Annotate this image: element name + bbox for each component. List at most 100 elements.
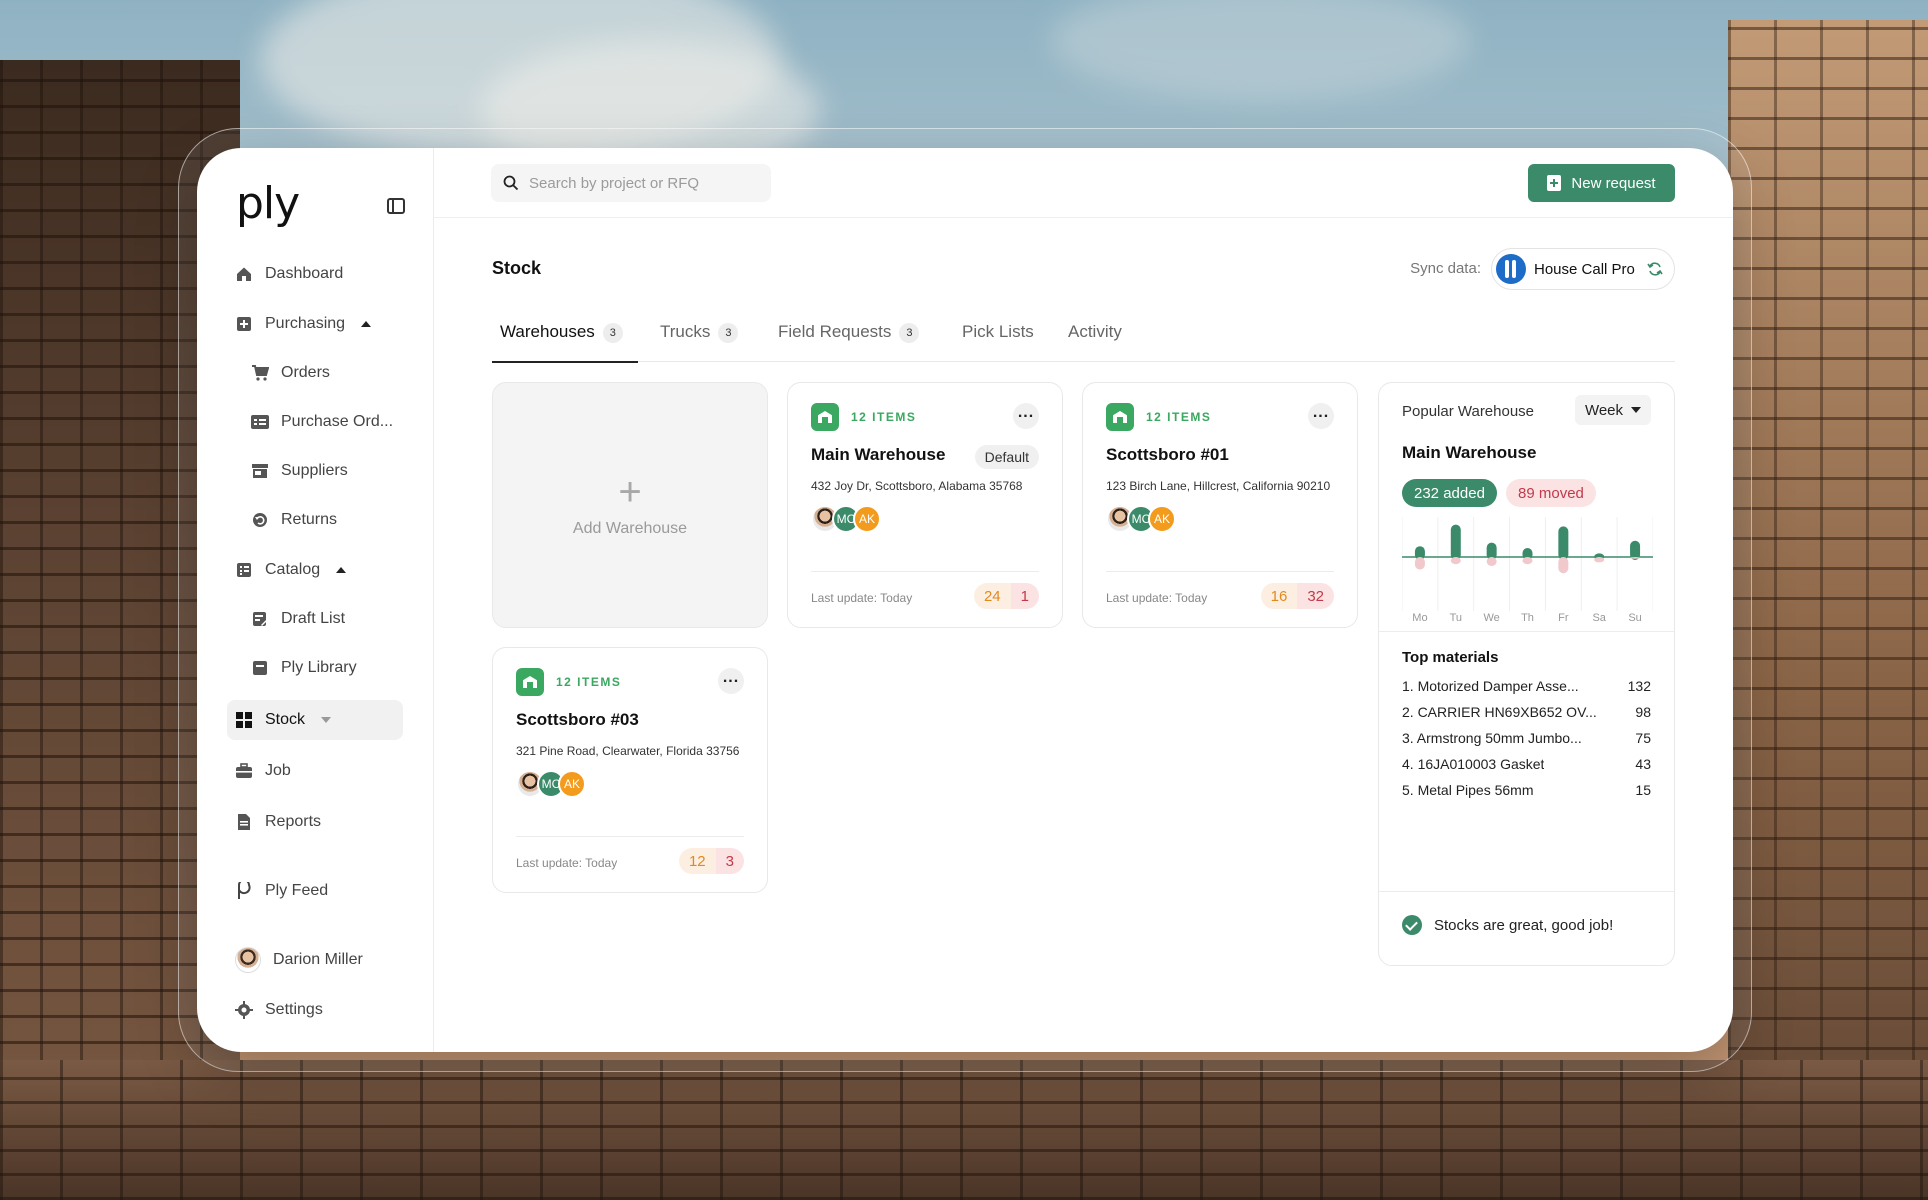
sidebar-item-catalog[interactable]: Catalog: [227, 550, 403, 590]
purchase-icon: [235, 315, 253, 333]
period-select[interactable]: Week: [1575, 395, 1651, 425]
new-request-label: New request: [1571, 174, 1656, 192]
divider: [516, 836, 744, 837]
stock-status-message: Stocks are great, good job!: [1402, 915, 1613, 935]
sidebar-item-orders[interactable]: Orders: [243, 353, 403, 393]
list-item[interactable]: 1. Motorized Damper Asse... 132: [1402, 678, 1651, 698]
refresh-icon[interactable]: [1647, 261, 1663, 277]
return-icon: [251, 511, 269, 529]
sidebar-item-ply-library[interactable]: Ply Library: [243, 648, 403, 688]
sidebar-item-job[interactable]: Job: [227, 751, 403, 791]
top-materials-title: Top materials: [1402, 649, 1499, 666]
chart-tick-label: Su: [1628, 612, 1641, 624]
warehouse-name: Scottsboro #03: [516, 710, 639, 729]
sidebar: ply Dashboard Purchasing Orders Purchase…: [197, 148, 434, 1052]
warehouse-card[interactable]: 12 ITEMS ... Scottsboro #03 321 Pine Roa…: [492, 647, 768, 893]
popular-warehouse-panel: Popular Warehouse Week Main Warehouse 23…: [1378, 382, 1675, 966]
default-badge: Default: [974, 445, 1039, 469]
edit-list-icon: [251, 610, 269, 628]
chart-tick-label: We: [1483, 612, 1499, 624]
sidebar-item-purchasing[interactable]: Purchasing: [227, 304, 403, 344]
search-box[interactable]: [491, 164, 771, 202]
ply-feed-icon: [235, 882, 253, 900]
tab-pick-lists[interactable]: Pick Lists: [962, 320, 1034, 362]
sidebar-item-label: Settings: [265, 1001, 323, 1018]
house-call-pro-logo-icon: [1496, 254, 1526, 284]
chevron-up-icon: [336, 567, 347, 573]
material-qty: 75: [1635, 730, 1651, 746]
chart-tick-label: Sa: [1592, 612, 1606, 624]
warehouse-card[interactable]: 12 ITEMS ... Main Warehouse Default 432 …: [787, 382, 1063, 628]
warehouse-card-header: 12 ITEMS: [811, 403, 916, 431]
tab-trucks[interactable]: Trucks 3: [660, 320, 739, 362]
sidebar-item-dashboard[interactable]: Dashboard: [227, 254, 403, 294]
sync-provider-button[interactable]: House Call Pro: [1491, 248, 1675, 290]
plus-icon: +: [618, 470, 642, 514]
tab-bar: Warehouses 3 Trucks 3 Field Requests 3 P…: [492, 320, 1675, 363]
sync-provider-name: House Call Pro: [1534, 260, 1635, 278]
stat-out-of-stock: 32: [1297, 583, 1334, 609]
sidebar-item-reports[interactable]: Reports: [227, 802, 403, 842]
sidebar-collapse-icon[interactable]: [387, 198, 405, 214]
sidebar-item-stock[interactable]: Stock: [227, 700, 403, 740]
warehouse-card[interactable]: 12 ITEMS ... Scottsboro #01 123 Birch La…: [1082, 382, 1358, 628]
warehouse-icon: [516, 668, 544, 696]
tab-label: Warehouses: [500, 322, 595, 341]
more-options-button[interactable]: ...: [1308, 403, 1334, 429]
sidebar-item-draft-list[interactable]: Draft List: [243, 599, 403, 639]
divider: [1379, 631, 1674, 632]
more-options-button[interactable]: ...: [1013, 403, 1039, 429]
list-item[interactable]: 2. CARRIER HN69XB652 OV... 98: [1402, 704, 1651, 724]
material-qty: 43: [1635, 756, 1651, 772]
chart-bar-moved: [1558, 557, 1569, 574]
sidebar-item-ply-feed[interactable]: Ply Feed: [227, 871, 403, 911]
chart-bar-added: [1450, 524, 1461, 560]
add-warehouse-button[interactable]: + Add Warehouse: [492, 382, 768, 628]
material-name: 2. CARRIER HN69XB652 OV...: [1402, 704, 1597, 720]
search-input[interactable]: [529, 174, 729, 192]
list-item[interactable]: 5. Metal Pipes 56mm 15: [1402, 782, 1651, 802]
sidebar-item-label: Dashboard: [265, 265, 344, 282]
warehouse-icon: [1106, 403, 1134, 431]
chart-bar-moved: [1594, 557, 1605, 563]
material-name: 3. Armstrong 50mm Jumbo...: [1402, 730, 1582, 746]
list-item[interactable]: 3. Armstrong 50mm Jumbo... 75: [1402, 730, 1651, 750]
item-count: 12 ITEMS: [851, 410, 917, 424]
user-name: Darion Miller: [273, 951, 363, 968]
tab-activity[interactable]: Activity: [1068, 320, 1122, 362]
chart-tick-label: Fr: [1558, 612, 1569, 624]
item-count: 12 ITEMS: [1146, 410, 1212, 424]
tab-label: Trucks: [660, 322, 711, 341]
new-request-button[interactable]: New request: [1528, 164, 1675, 202]
chart-bar-moved: [1486, 557, 1497, 566]
tab-count-badge: 3: [718, 323, 739, 343]
sync-label: Sync data:: [1410, 260, 1481, 277]
chevron-down-icon: [321, 717, 332, 723]
tab-label: Activity: [1068, 322, 1122, 341]
sidebar-item-suppliers[interactable]: Suppliers: [243, 451, 403, 491]
sidebar-item-returns[interactable]: Returns: [243, 500, 403, 540]
tab-label: Pick Lists: [962, 322, 1034, 341]
list-card-icon: [251, 413, 269, 431]
sidebar-item-settings[interactable]: Settings: [227, 990, 403, 1030]
tab-field-requests[interactable]: Field Requests 3: [778, 320, 920, 362]
tab-warehouses[interactable]: Warehouses 3: [492, 320, 638, 363]
sidebar-item-label: Purchasing: [265, 315, 346, 332]
search-icon: [503, 175, 519, 191]
period-value: Week: [1584, 401, 1624, 419]
user-profile[interactable]: Darion Miller: [227, 940, 403, 980]
member-avatars: MC AK: [811, 505, 881, 533]
sidebar-item-purchase-orders[interactable]: Purchase Ord...: [243, 402, 403, 442]
tab-count-badge: 3: [602, 323, 623, 343]
last-update: Last update: Today: [1106, 591, 1208, 605]
cart-icon: [251, 364, 269, 382]
list-item[interactable]: 4. 16JA010003 Gasket 43: [1402, 756, 1651, 776]
more-options-button[interactable]: ...: [718, 668, 744, 694]
avatar: AK: [558, 770, 586, 798]
sidebar-item-label: Job: [265, 762, 291, 779]
page-title: Stock: [492, 258, 542, 278]
last-update: Last update: Today: [811, 591, 913, 605]
sidebar-item-label: Returns: [281, 511, 338, 528]
chart-bar-moved: [1630, 557, 1641, 559]
item-count: 12 ITEMS: [556, 675, 622, 689]
